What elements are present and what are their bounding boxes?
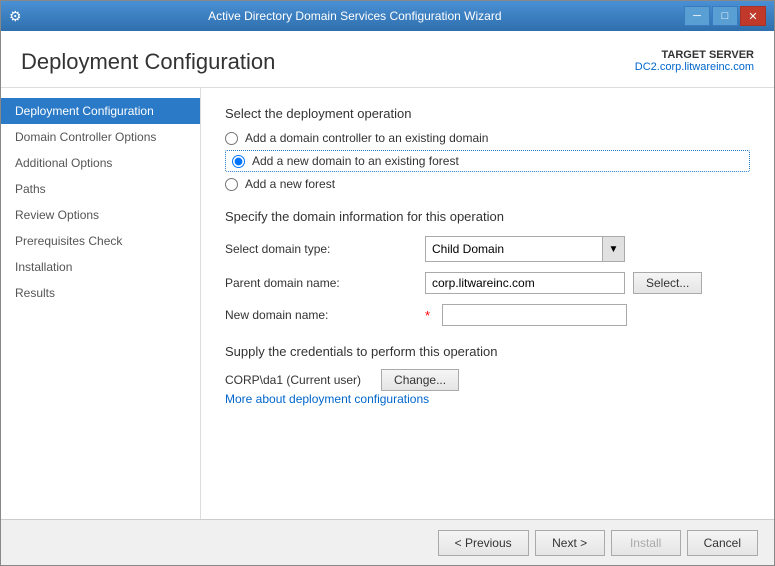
install-button[interactable]: Install (611, 530, 681, 556)
sidebar-item-label-3: Additional Options (15, 156, 112, 170)
target-server-info: TARGET SERVER DC2.corp.litwareinc.com (635, 49, 754, 73)
new-domain-control: * (425, 304, 627, 326)
minimize-button[interactable]: ─ (684, 6, 710, 26)
select-parent-domain-button[interactable]: Select... (633, 272, 702, 294)
radio-option-new-forest: Add a new forest (225, 177, 750, 191)
title-bar: ⚙ Active Directory Domain Services Confi… (1, 1, 774, 31)
more-about-link[interactable]: More about deployment configurations (225, 392, 429, 406)
sidebar-item-deployment-configuration[interactable]: Deployment Configuration (1, 98, 200, 124)
domain-info-section: Specify the domain information for this … (225, 209, 750, 326)
parent-domain-row: Parent domain name: Select... (225, 272, 750, 294)
page-title: Deployment Configuration (21, 49, 275, 75)
domain-type-value: Child Domain (426, 239, 602, 259)
parent-domain-control: Select... (425, 272, 702, 294)
sidebar-item-additional-options[interactable]: Additional Options (1, 150, 200, 176)
sidebar-item-prerequisites-check[interactable]: Prerequisites Check (1, 228, 200, 254)
change-credentials-button[interactable]: Change... (381, 369, 459, 391)
sidebar-item-paths[interactable]: Paths (1, 176, 200, 202)
target-server-label: TARGET SERVER (635, 49, 754, 61)
sidebar-item-label-8: Results (15, 286, 55, 300)
deployment-operation-heading: Select the deployment operation (225, 106, 750, 121)
dropdown-arrow-icon[interactable]: ▼ (602, 237, 624, 261)
new-domain-input[interactable] (442, 304, 627, 326)
new-domain-row: New domain name: * (225, 304, 750, 326)
credentials-user: CORP\da1 (Current user) (225, 373, 361, 387)
window-inner: Deployment Configuration TARGET SERVER D… (1, 31, 774, 565)
previous-button[interactable]: < Previous (438, 530, 529, 556)
radio-option-new-domain: Add a new domain to an existing forest (225, 150, 750, 172)
page-header: Deployment Configuration TARGET SERVER D… (1, 31, 774, 88)
sidebar-item-results[interactable]: Results (1, 280, 200, 306)
close-button[interactable]: ✕ (740, 6, 766, 26)
parent-domain-label: Parent domain name: (225, 276, 425, 290)
domain-type-dropdown[interactable]: Child Domain ▼ (425, 236, 625, 262)
sidebar-item-label-6: Prerequisites Check (15, 234, 122, 248)
radio-label-new-domain: Add a new domain to an existing forest (252, 154, 459, 168)
maximize-button[interactable]: □ (712, 6, 738, 26)
sidebar-item-label-2: Domain Controller Options (15, 130, 156, 144)
sidebar-item-label-1: Deployment Configuration (15, 104, 154, 118)
credentials-row: CORP\da1 (Current user) Change... (225, 369, 750, 391)
sidebar-item-label-5: Review Options (15, 208, 99, 222)
next-button[interactable]: Next > (535, 530, 605, 556)
footer: < Previous Next > Install Cancel (1, 519, 774, 565)
target-server-name: DC2.corp.litwareinc.com (635, 61, 754, 73)
radio-add-new-forest[interactable] (225, 178, 238, 191)
credentials-heading: Supply the credentials to perform this o… (225, 344, 750, 359)
credentials-section: Supply the credentials to perform this o… (225, 344, 750, 391)
sidebar-item-label-7: Installation (15, 260, 72, 274)
domain-type-label: Select domain type: (225, 242, 425, 256)
sidebar-item-review-options[interactable]: Review Options (1, 202, 200, 228)
cancel-button[interactable]: Cancel (687, 530, 758, 556)
title-bar-icon: ⚙ (9, 8, 22, 25)
new-domain-label: New domain name: (225, 308, 425, 322)
required-star: * (425, 308, 430, 323)
body-area: Deployment Configuration Domain Controll… (1, 88, 774, 519)
radio-add-new-domain[interactable] (232, 155, 245, 168)
domain-type-control: Child Domain ▼ (425, 236, 625, 262)
sidebar: Deployment Configuration Domain Controll… (1, 88, 201, 519)
title-bar-title: Active Directory Domain Services Configu… (26, 9, 684, 23)
sidebar-item-installation[interactable]: Installation (1, 254, 200, 280)
parent-domain-input[interactable] (425, 272, 625, 294)
sidebar-item-label-4: Paths (15, 182, 46, 196)
radio-group-deployment: Add a domain controller to an existing d… (225, 131, 750, 191)
sidebar-item-domain-controller-options[interactable]: Domain Controller Options (1, 124, 200, 150)
radio-add-existing-dc[interactable] (225, 132, 238, 145)
main-content-area: Select the deployment operation Add a do… (201, 88, 774, 519)
main-window: ⚙ Active Directory Domain Services Confi… (0, 0, 775, 566)
radio-label-new-forest: Add a new forest (245, 177, 335, 191)
domain-type-row: Select domain type: Child Domain ▼ (225, 236, 750, 262)
radio-label-existing-dc: Add a domain controller to an existing d… (245, 131, 488, 145)
radio-option-existing-dc: Add a domain controller to an existing d… (225, 131, 750, 145)
title-bar-controls: ─ □ ✕ (684, 6, 766, 26)
domain-info-heading: Specify the domain information for this … (225, 209, 750, 224)
